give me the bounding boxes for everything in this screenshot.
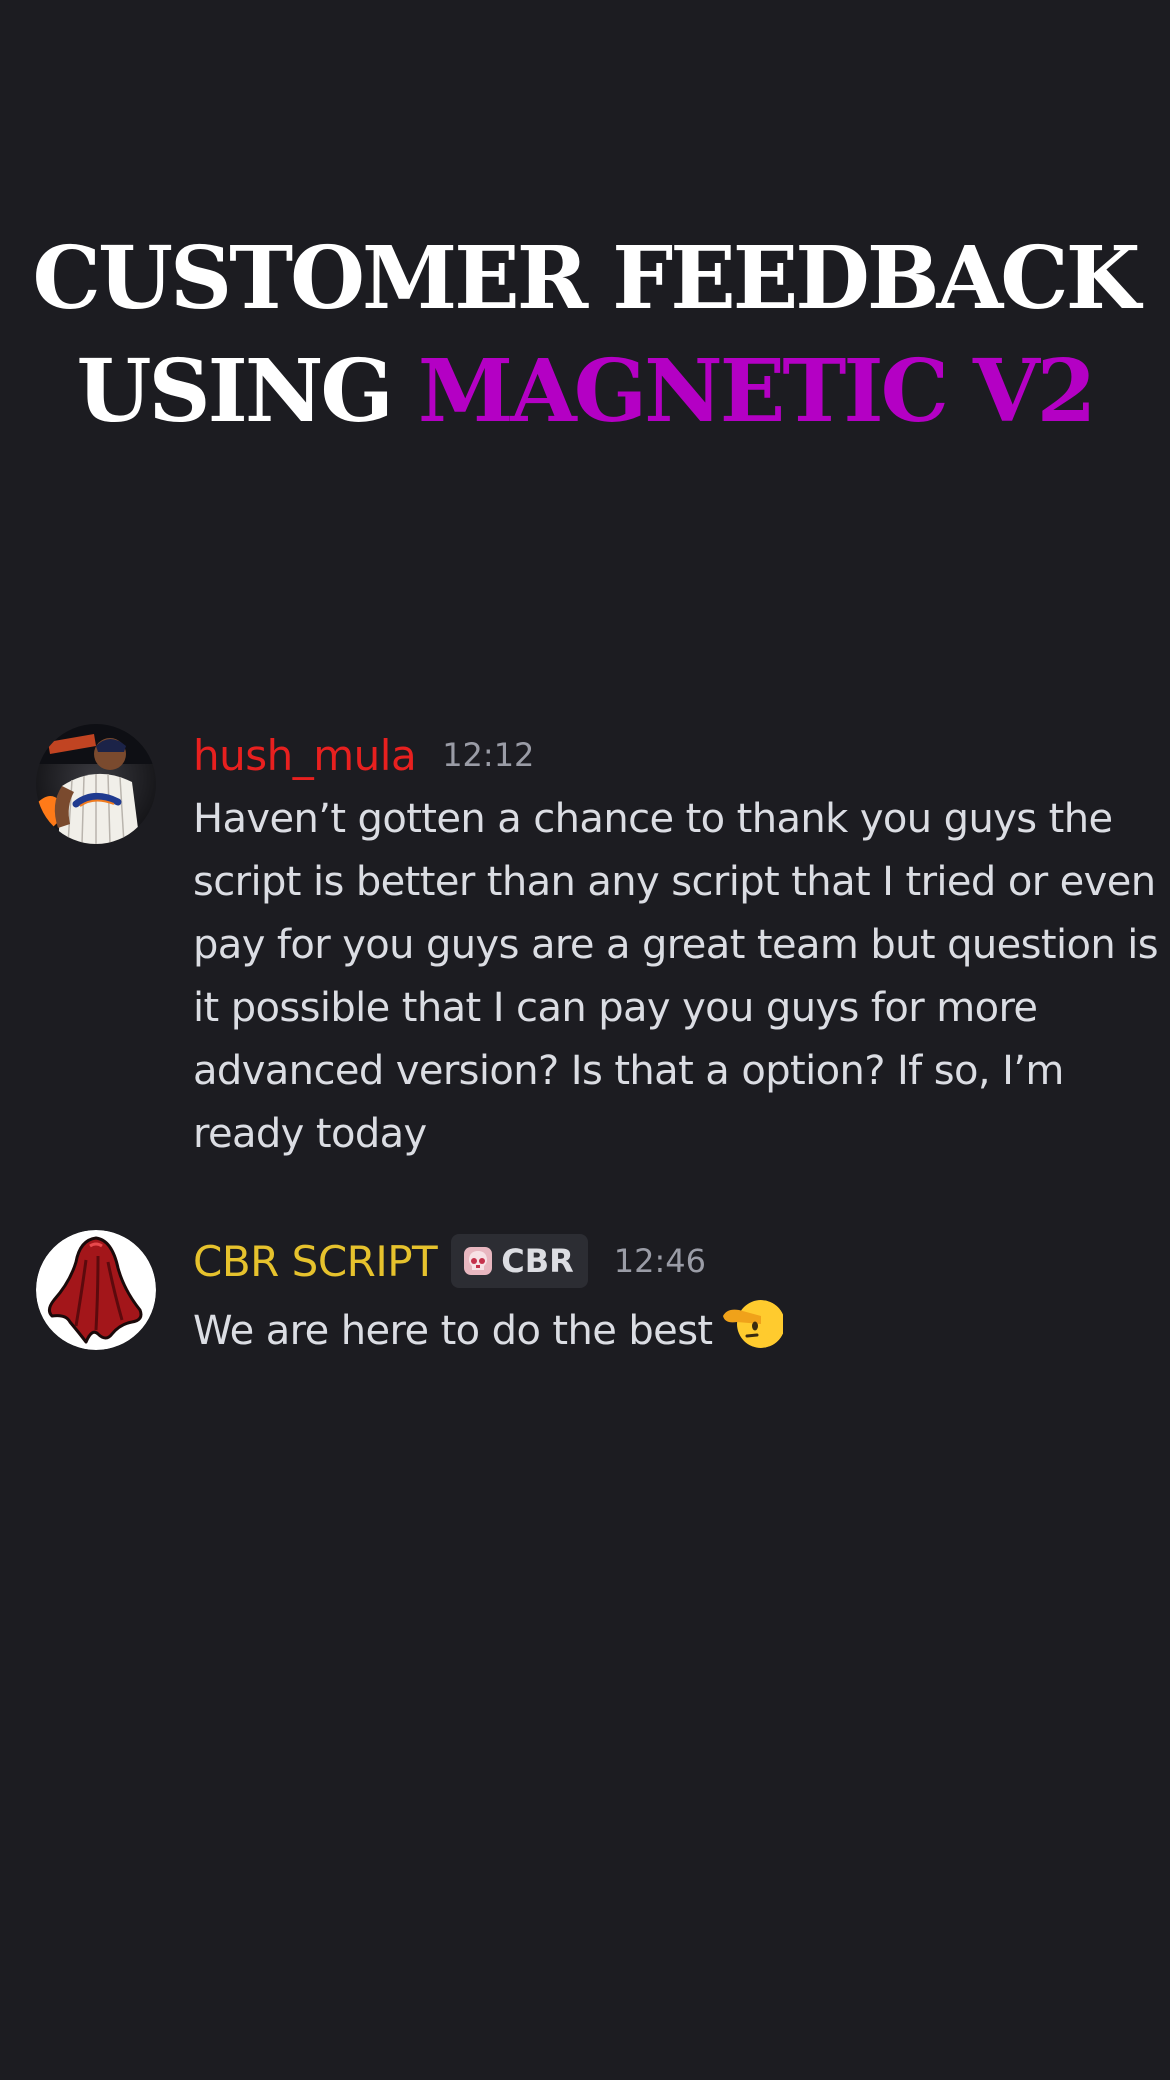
message-text-content: We are here to do the best <box>193 1308 713 1354</box>
timestamp: 12:46 <box>613 1242 706 1280</box>
red-cloak-avatar <box>36 1230 156 1350</box>
avatar[interactable] <box>36 724 156 844</box>
headline-accent: MAGNETIC V2 <box>417 341 1097 442</box>
headline-line-2-prefix: USING <box>76 341 418 442</box>
username[interactable]: hush_mula <box>193 731 417 780</box>
saluting-face-emoji <box>722 1300 783 1348</box>
server-tag-label: CBR <box>501 1242 574 1280</box>
headline-line-2: USING MAGNETIC V2 <box>0 335 1170 448</box>
username[interactable]: CBR SCRIPT <box>193 1237 438 1286</box>
timestamp: 12:12 <box>442 736 535 774</box>
message-text: We are here to do the best <box>193 1294 1168 1363</box>
message-text: Haven’t gotten a chance to thank you guy… <box>193 796 1159 1157</box>
avatar[interactable] <box>36 1230 156 1350</box>
headline-line-1: CUSTOMER FEEDBACK <box>32 228 1141 329</box>
baseball-player-avatar <box>36 724 156 844</box>
skull-icon <box>464 1247 493 1275</box>
headline: CUSTOMER FEEDBACK USING MAGNETIC V2 <box>0 222 1170 448</box>
server-tag-badge[interactable]: CBR <box>451 1234 588 1288</box>
